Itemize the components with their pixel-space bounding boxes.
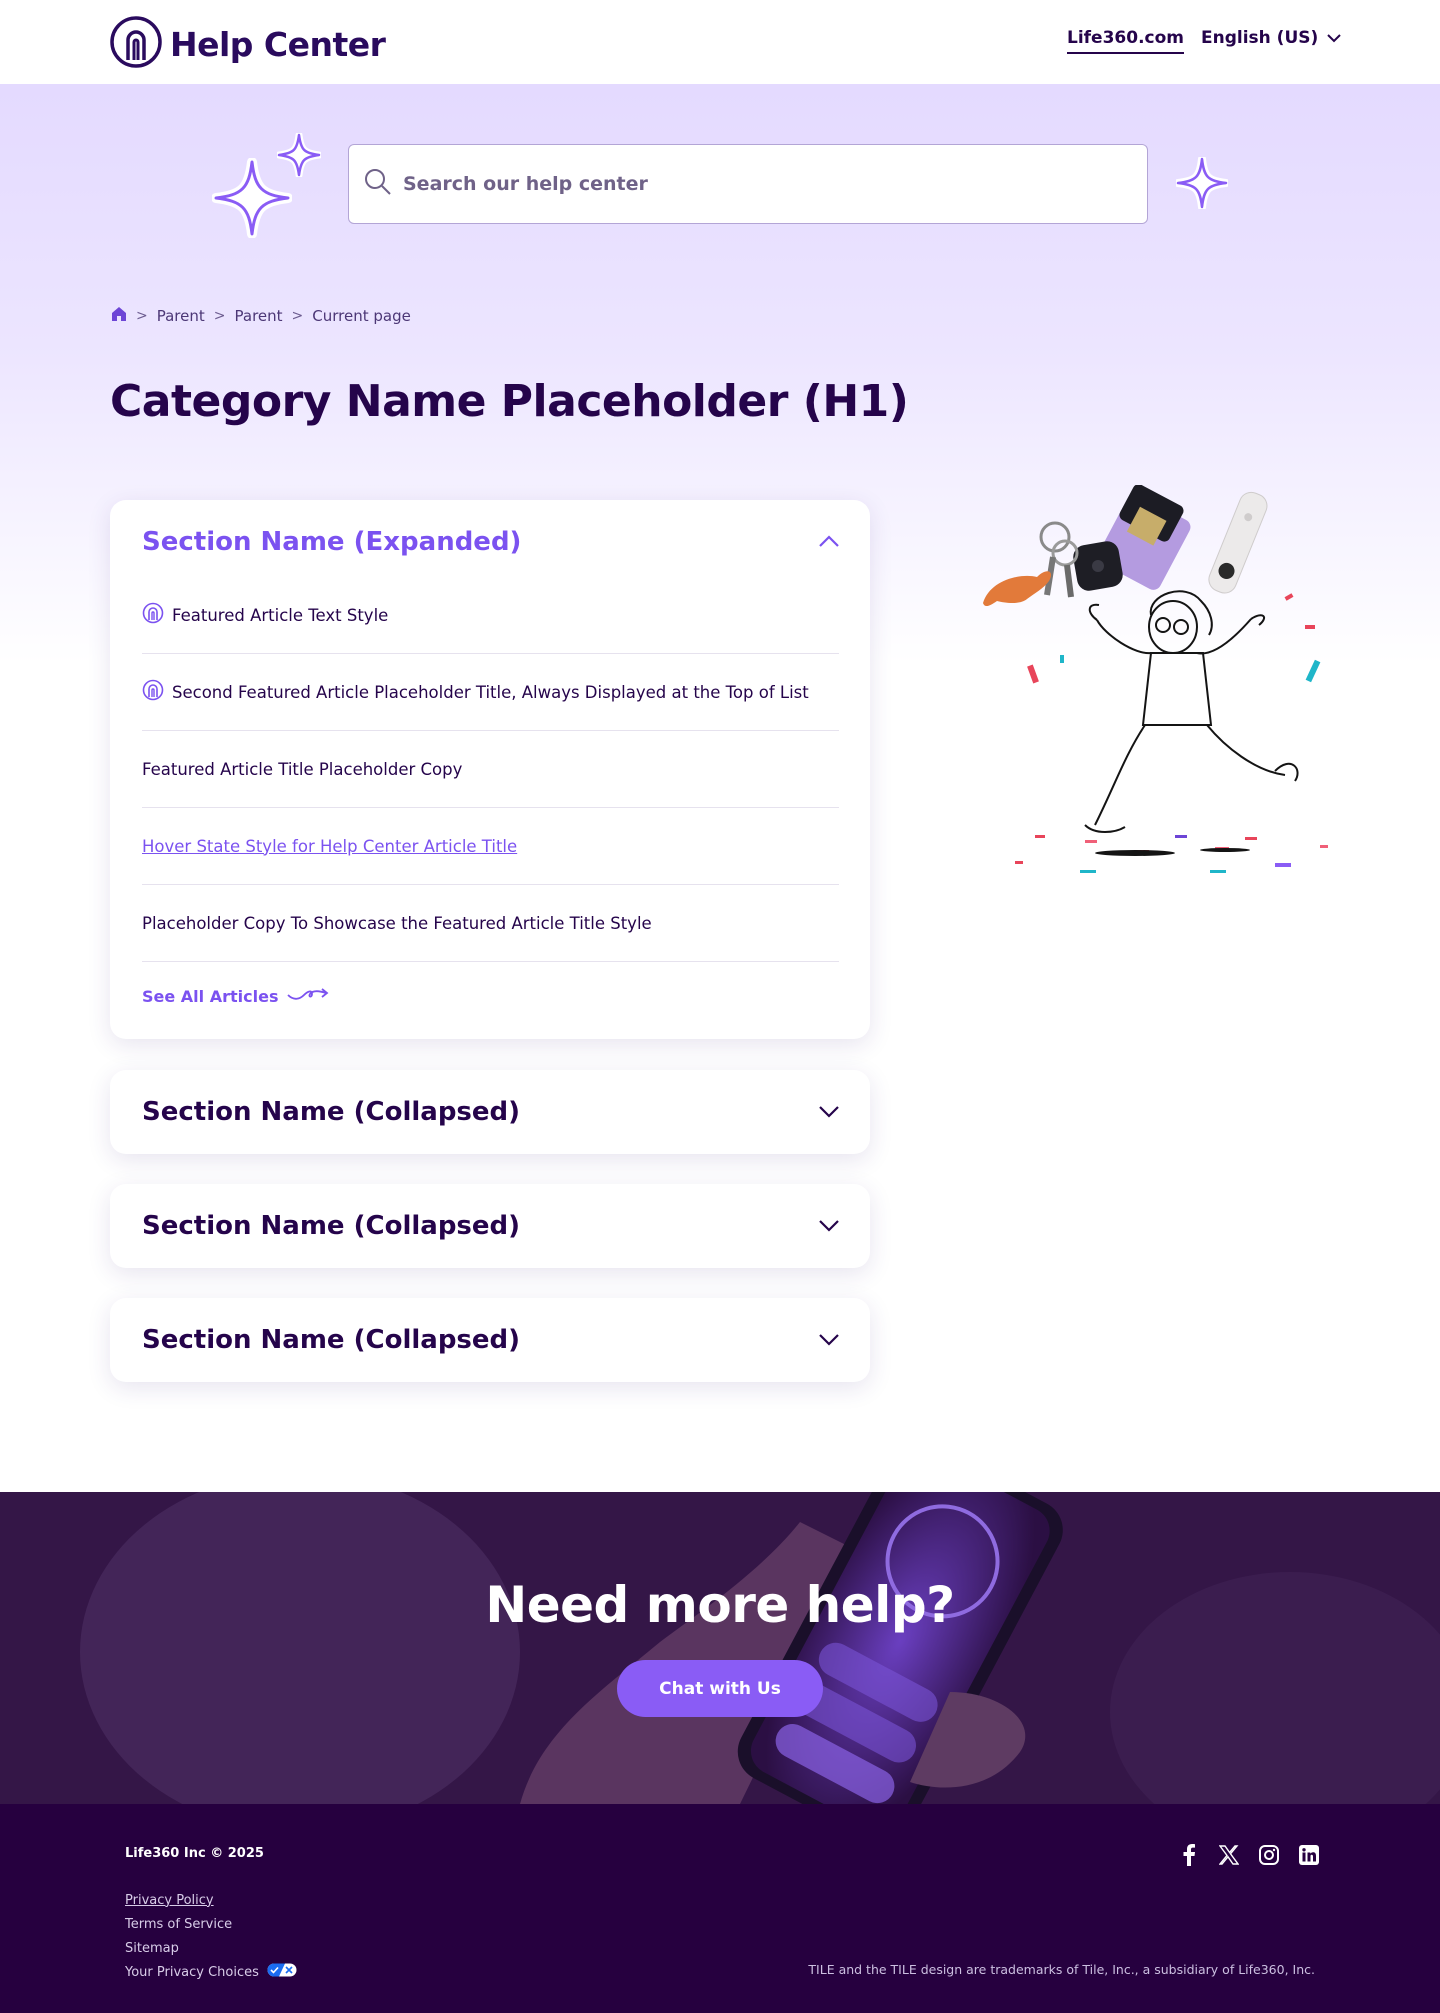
logo-text: Help Center xyxy=(170,24,386,64)
breadcrumb-parent-1[interactable]: Parent xyxy=(157,307,205,325)
featured-article-icon xyxy=(142,602,164,628)
section-title: Section Name (Collapsed) xyxy=(142,1211,521,1241)
facebook-icon[interactable] xyxy=(1178,1844,1200,1866)
breadcrumb-separator: > xyxy=(136,308,148,324)
footer-link-label: Terms of Service xyxy=(125,1916,233,1932)
search-input[interactable] xyxy=(403,173,1103,195)
section-header-expanded[interactable]: Section Name (Expanded) xyxy=(142,524,840,560)
article-item-hover[interactable]: Hover State Style for Help Center Articl… xyxy=(142,808,839,885)
help-center-logo[interactable]: Help Center xyxy=(110,16,386,72)
see-all-label: See All Articles xyxy=(142,986,279,1006)
instagram-icon[interactable] xyxy=(1258,1844,1280,1866)
search-box[interactable] xyxy=(348,144,1148,224)
footer-link-sitemap[interactable]: Sitemap xyxy=(125,1936,297,1960)
privacy-choices-icon xyxy=(267,1963,297,1981)
chevron-up-icon[interactable] xyxy=(818,533,840,552)
section-card-collapsed[interactable]: Section Name (Collapsed) xyxy=(110,1070,870,1154)
section-header-collapsed[interactable]: Section Name (Collapsed) xyxy=(142,1094,840,1130)
trademark-notice: TILE and the TILE design are trademarks … xyxy=(808,1962,1315,1977)
x-icon[interactable] xyxy=(1218,1844,1240,1866)
section-card-collapsed[interactable]: Section Name (Collapsed) xyxy=(110,1184,870,1268)
life360-logo-icon xyxy=(110,16,162,72)
site-footer: Life360 Inc © 2025 Privacy Policy Terms … xyxy=(0,1804,1440,2013)
chevron-down-icon[interactable] xyxy=(818,1331,840,1350)
see-all-articles-link[interactable]: See All Articles xyxy=(142,985,330,1007)
section-header-collapsed[interactable]: Section Name (Collapsed) xyxy=(142,1322,840,1358)
breadcrumb: > Parent > Parent > Current page xyxy=(111,306,411,326)
language-label: English (US) xyxy=(1201,28,1319,48)
section-header-collapsed[interactable]: Section Name (Collapsed) xyxy=(142,1208,840,1244)
breadcrumb-separator: > xyxy=(291,308,304,324)
page-title: Category Name Placeholder (H1) xyxy=(110,376,909,427)
chevron-down-icon[interactable] xyxy=(818,1217,840,1236)
breadcrumb-current: Current page xyxy=(312,307,411,325)
section-title: Section Name (Collapsed) xyxy=(142,1325,521,1355)
sparkle-right-icon xyxy=(1174,155,1230,213)
section-card-collapsed[interactable]: Section Name (Collapsed) xyxy=(110,1298,870,1382)
chevron-down-icon xyxy=(1326,28,1342,48)
chevron-down-icon[interactable] xyxy=(818,1103,840,1122)
article-list: Featured Article Text Style Second Featu… xyxy=(142,577,839,962)
search-icon xyxy=(363,167,393,201)
footer-link-label: Your Privacy Choices xyxy=(125,1964,259,1980)
footer-link-privacy[interactable]: Privacy Policy xyxy=(125,1888,297,1912)
footer-link-label: Privacy Policy xyxy=(125,1892,214,1908)
sparkle-small-icon xyxy=(275,131,323,181)
life360-link[interactable]: Life360.com xyxy=(1067,28,1184,54)
footer-link-privacy-choices[interactable]: Your Privacy Choices xyxy=(125,1960,297,1984)
social-links xyxy=(1178,1844,1320,1866)
linkedin-icon[interactable] xyxy=(1298,1844,1320,1866)
footer-links: Privacy Policy Terms of Service Sitemap … xyxy=(125,1888,297,1984)
section-card-expanded: Section Name (Expanded) Featured Article… xyxy=(110,500,870,1039)
copyright: Life360 Inc © 2025 xyxy=(125,1846,264,1861)
article-item[interactable]: Featured Article Title Placeholder Copy xyxy=(142,731,839,808)
article-title: Hover State Style for Help Center Articl… xyxy=(142,836,518,856)
phone-photo-background xyxy=(0,1492,1440,1804)
article-title: Placeholder Copy To Showcase the Feature… xyxy=(142,913,652,933)
breadcrumb-separator: > xyxy=(213,308,226,324)
breadcrumb-parent-2[interactable]: Parent xyxy=(235,307,283,325)
squiggle-arrow-icon xyxy=(286,985,330,1007)
article-item[interactable]: Featured Article Text Style xyxy=(142,577,839,654)
home-icon[interactable] xyxy=(111,306,127,326)
celebration-illustration xyxy=(975,484,1345,885)
cta-title: Need more help? xyxy=(485,1576,955,1634)
article-title: Featured Article Text Style xyxy=(172,605,389,625)
need-help-banner: Need more help? Chat with Us xyxy=(0,1492,1440,1804)
language-selector[interactable]: English (US) xyxy=(1201,28,1342,48)
featured-article-icon xyxy=(142,679,164,705)
article-title: Featured Article Title Placeholder Copy xyxy=(142,759,463,779)
article-item[interactable]: Placeholder Copy To Showcase the Feature… xyxy=(142,885,839,962)
chat-with-us-button[interactable]: Chat with Us xyxy=(617,1660,823,1717)
site-header: Help Center Life360.com English (US) xyxy=(0,0,1440,84)
section-title: Section Name (Expanded) xyxy=(142,527,522,557)
footer-link-terms[interactable]: Terms of Service xyxy=(125,1912,297,1936)
article-item[interactable]: Second Featured Article Placeholder Titl… xyxy=(142,654,839,731)
footer-link-label: Sitemap xyxy=(125,1940,179,1956)
section-title: Section Name (Collapsed) xyxy=(142,1097,521,1127)
article-title: Second Featured Article Placeholder Titl… xyxy=(172,682,809,702)
